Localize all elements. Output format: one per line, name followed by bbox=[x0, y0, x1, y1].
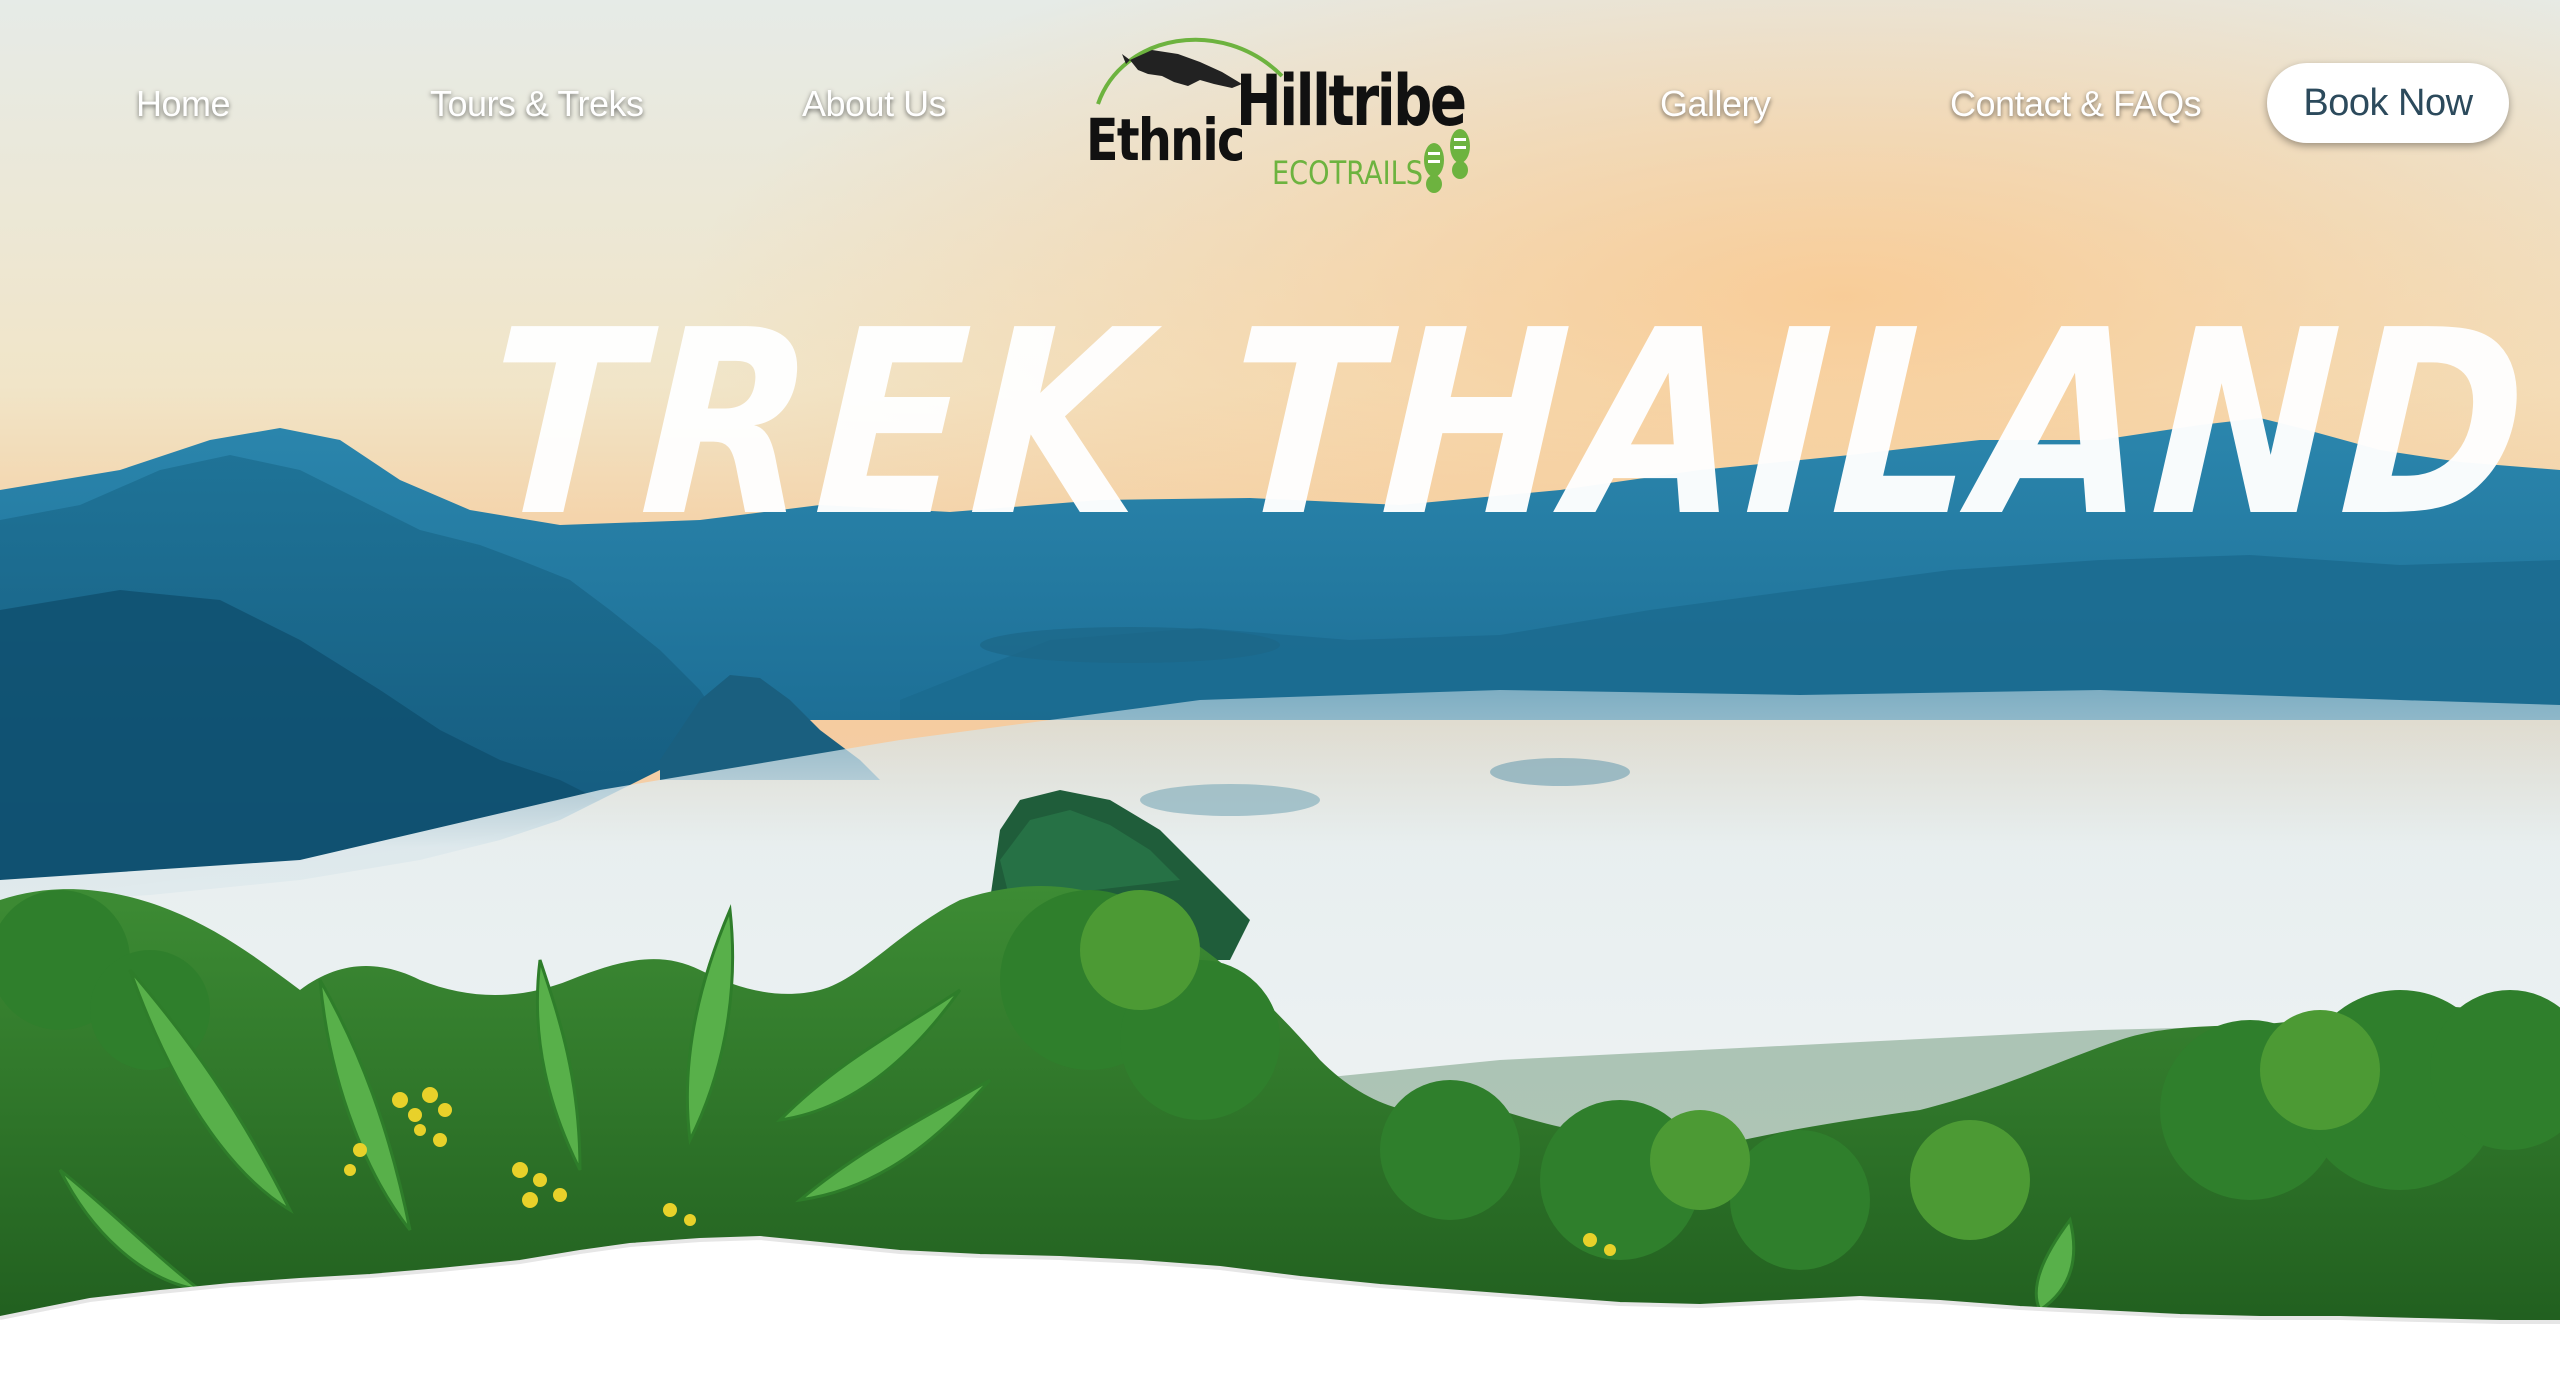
nav-contact-link[interactable]: Contact & FAQs bbox=[1950, 74, 2202, 134]
book-now-button[interactable]: Book Now bbox=[2267, 63, 2509, 143]
nav-tours-link[interactable]: Tours & Treks bbox=[430, 74, 644, 134]
logo-word-ethnic: Ethnic bbox=[1086, 106, 1245, 174]
nav-home-link[interactable]: Home bbox=[136, 74, 231, 134]
nav-gallery-link[interactable]: Gallery bbox=[1660, 74, 1771, 134]
nav-about-link[interactable]: About Us bbox=[802, 74, 947, 134]
hero-headline: Trek Thailand bbox=[479, 276, 2539, 573]
page: Trek Thailand Home Tours & Treks About U… bbox=[0, 0, 2560, 1378]
logo-word-ecotrails: ECOTRAILS bbox=[1272, 154, 1424, 192]
hero-background-image bbox=[0, 0, 2560, 1378]
logo-word-hilltribe: Hilltribe bbox=[1236, 60, 1467, 142]
site-logo[interactable]: Ethnic Hilltribe ECOTRAILS bbox=[1082, 14, 1482, 204]
